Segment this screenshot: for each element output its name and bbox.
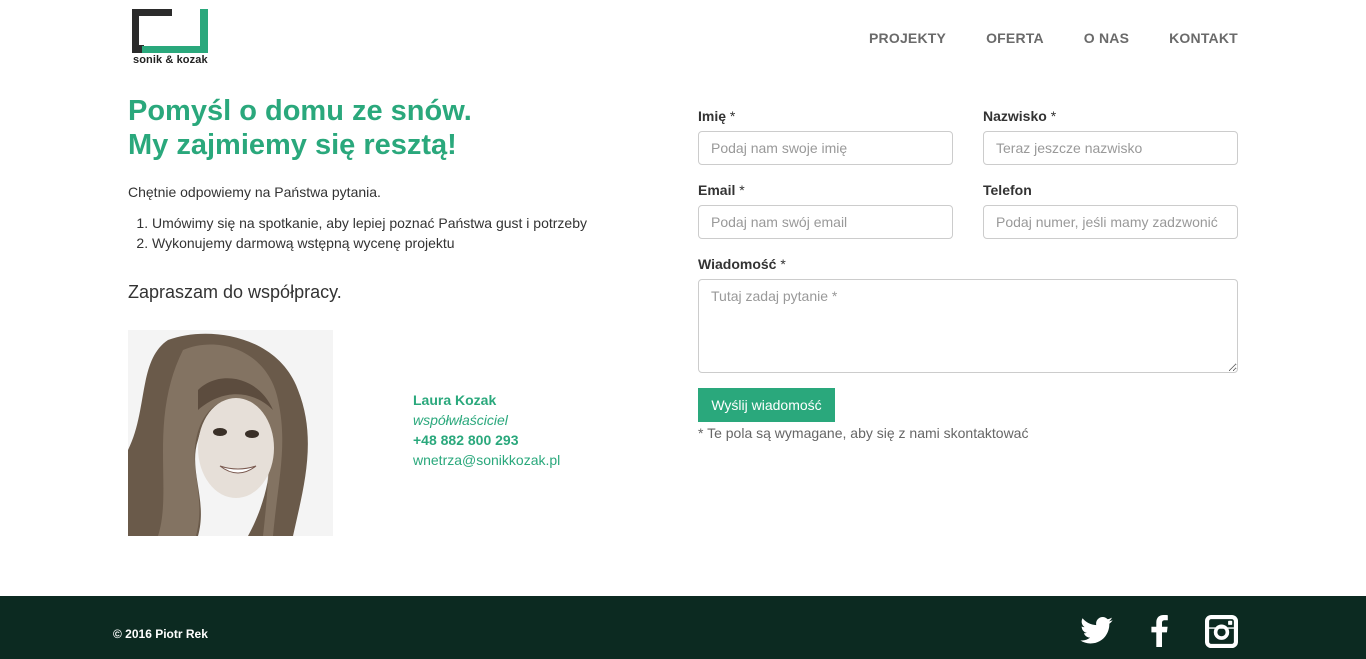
required-marker: *	[1050, 108, 1057, 124]
nav-item-oferta[interactable]: OFERTA	[986, 30, 1044, 46]
send-message-button[interactable]: Wyślij wiadomość	[698, 388, 835, 422]
required-marker: *	[780, 256, 786, 272]
instagram-icon[interactable]	[1205, 615, 1238, 648]
required-marker: *	[729, 108, 736, 124]
email-label-text: Email	[698, 182, 736, 198]
person-email-link[interactable]: wnetrza@sonikkozak.pl	[413, 450, 560, 470]
logo-text: sonik & kozak	[133, 54, 208, 66]
last-name-label: Nazwisko *	[983, 108, 1056, 124]
first-name-input[interactable]	[698, 131, 953, 165]
nav-item-projekty[interactable]: PROJEKTY	[869, 30, 946, 46]
contact-person-card: Laura Kozak współwłaściciel +48 882 800 …	[413, 390, 560, 470]
contact-person-photo	[128, 330, 333, 536]
required-fields-note: * Te pola są wymagane, aby się z nami sk…	[698, 425, 1029, 441]
email-label: Email *	[698, 182, 745, 198]
last-name-input[interactable]	[983, 131, 1238, 165]
logo-mark-icon	[132, 9, 208, 53]
required-marker: *	[739, 182, 745, 198]
facebook-icon[interactable]	[1150, 615, 1168, 647]
phone-label-text: Telefon	[983, 182, 1032, 198]
phone-input[interactable]	[983, 205, 1238, 239]
nav-item-o-nas[interactable]: O NAS	[1084, 30, 1129, 46]
main-nav: PROJEKTY OFERTA O NAS KONTAKT	[869, 30, 1238, 46]
person-name: Laura Kozak	[413, 392, 497, 408]
phone-label: Telefon	[983, 182, 1032, 198]
first-name-label: Imię *	[698, 108, 735, 124]
nav-item-kontakt[interactable]: KONTAKT	[1169, 30, 1238, 46]
page-headline: Pomyśl o domu ze snów. My zajmiemy się r…	[128, 94, 472, 162]
intro-text: Chętnie odpowiemy na Państwa pytania.	[128, 184, 381, 200]
invite-text: Zapraszam do współpracy.	[128, 282, 342, 302]
message-textarea[interactable]	[698, 279, 1238, 373]
first-name-label-text: Imię	[698, 108, 727, 124]
twitter-icon[interactable]	[1080, 617, 1113, 644]
person-phone[interactable]: +48 882 800 293	[413, 430, 560, 450]
logo[interactable]: sonik & kozak	[132, 9, 212, 69]
steps-list: Umówimy się na spotkanie, aby lepiej poz…	[152, 213, 587, 253]
headline-line-1: Pomyśl o domu ze snów.	[128, 95, 472, 127]
list-item: Umówimy się na spotkanie, aby lepiej poz…	[152, 213, 587, 233]
message-label: Wiadomość *	[698, 256, 786, 272]
list-item: Wykonujemy darmową wstępną wycenę projek…	[152, 233, 587, 253]
copyright-text: © 2016 Piotr Rek	[113, 627, 208, 641]
last-name-label-text: Nazwisko	[983, 108, 1047, 124]
person-role: współwłaściciel	[413, 412, 508, 428]
message-label-text: Wiadomość	[698, 256, 777, 272]
footer: © 2016 Piotr Rek	[0, 596, 1366, 659]
email-input[interactable]	[698, 205, 953, 239]
headline-line-2: My zajmiemy się resztą!	[128, 129, 457, 161]
